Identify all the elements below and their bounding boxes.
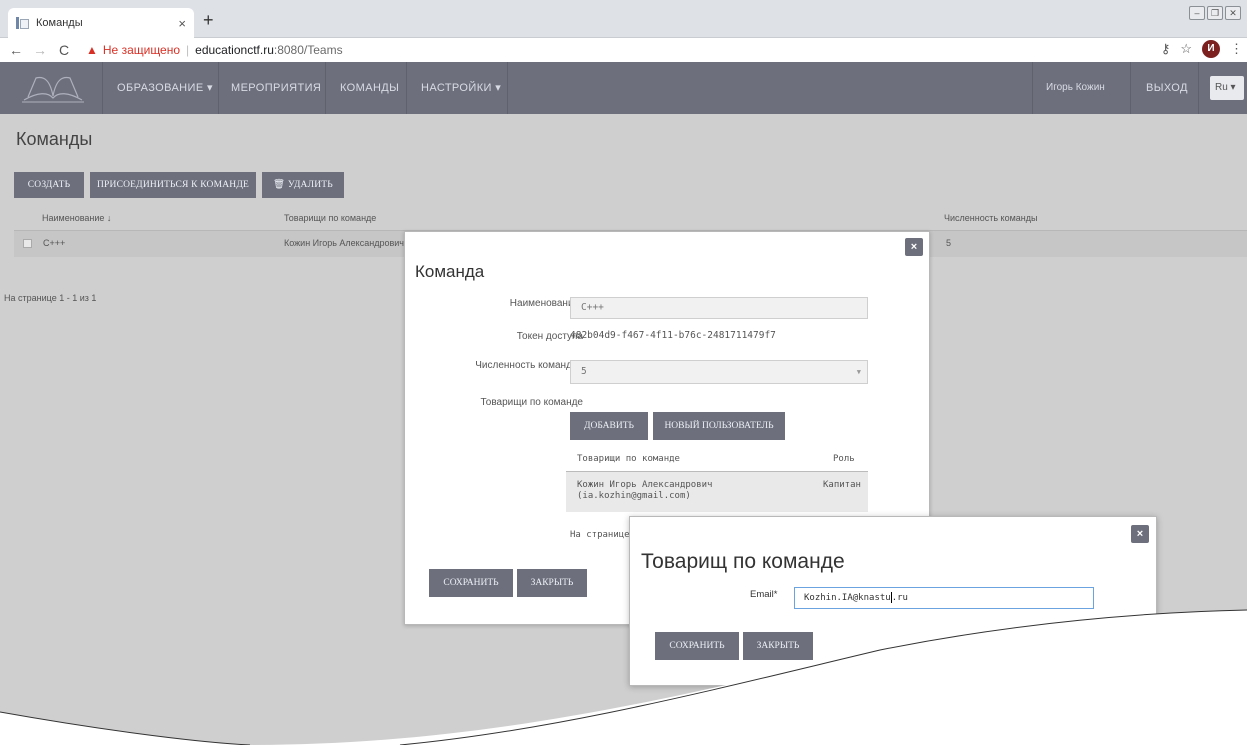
member-dialog-title: Товарищ по команде: [641, 550, 845, 573]
team-member-dialog: × Товарищ по команде Email* Kozhin.IA@kn…: [629, 516, 1157, 686]
site-favicon-icon: [16, 16, 29, 30]
logout-link[interactable]: ВЫХОД: [1146, 62, 1188, 114]
nav-separator: [325, 62, 326, 114]
reload-icon[interactable]: C: [52, 42, 76, 58]
nav-separator: [406, 62, 407, 114]
member-role: Капитан: [823, 480, 861, 490]
members-table-header-name: Товарищи по команде: [577, 454, 680, 464]
team-name-input[interactable]: С+++: [570, 297, 868, 319]
browser-tab[interactable]: Команды ×: [8, 8, 194, 38]
access-token-label: Токен доступа: [516, 331, 583, 342]
url-path[interactable]: :8080/Teams: [274, 43, 343, 57]
member-save-button[interactable]: СОХРАНИТЬ: [655, 632, 739, 660]
address-bar-actions: ⚷ ☆ И ⋮: [1161, 40, 1243, 58]
app-navbar: ОБРАЗОВАНИЕ ▾ МЕРОПРИЯТИЯ КОМАНДЫ НАСТРО…: [0, 62, 1247, 114]
key-icon[interactable]: ⚷: [1161, 41, 1171, 57]
team-dialog-close-icon[interactable]: ×: [905, 238, 923, 256]
member-name: Кожин Игорь Александрович: [577, 480, 713, 490]
restore-icon[interactable]: ❐: [1207, 6, 1223, 20]
new-tab-icon[interactable]: +: [203, 11, 214, 29]
window-close-icon[interactable]: ✕: [1225, 6, 1241, 20]
window-controls: – ❐ ✕: [1189, 6, 1241, 20]
grid-pager: На странице 1 - 1 из 1: [4, 293, 97, 303]
join-team-button[interactable]: ПРИСОЕДИНИТЬСЯ К КОМАНДЕ: [90, 172, 256, 198]
team-close-button[interactable]: ЗАКРЫТЬ: [517, 569, 587, 597]
team-size-select[interactable]: 5 ▼: [570, 360, 868, 384]
team-name-label: Наименование*: [509, 298, 583, 309]
team-size-label: Численность команды*: [475, 360, 583, 371]
row-checkbox[interactable]: [23, 239, 32, 248]
add-member-button[interactable]: ДОБАВИТЬ: [570, 412, 648, 440]
email-text-before-caret: Kozhin.IA@knastu: [804, 593, 891, 603]
browser-menu-icon[interactable]: ⋮: [1230, 41, 1243, 57]
team-save-button[interactable]: СОХРАНИТЬ: [429, 569, 513, 597]
minimize-icon[interactable]: –: [1189, 6, 1205, 20]
member-email: (ia.kozhin@gmail.com): [577, 491, 691, 501]
browser-tab-bar: Команды × + – ❐ ✕: [0, 0, 1247, 38]
team-size-value: 5: [581, 366, 587, 377]
screen: Команды × + – ❐ ✕ ← → C ▲ Не защищено | …: [0, 0, 1247, 745]
url-separator: |: [186, 43, 190, 57]
nav-separator: [1198, 62, 1199, 114]
team-dialog-title: Команда: [415, 262, 485, 281]
member-close-button[interactable]: ЗАКРЫТЬ: [743, 632, 813, 660]
row-team-members: Кожин Игорь Александрович: [284, 238, 404, 248]
nav-item-settings[interactable]: НАСТРОЙКИ ▾: [421, 62, 501, 114]
nav-item-events[interactable]: МЕРОПРИЯТИЯ: [231, 62, 321, 114]
book-logo-icon[interactable]: [20, 70, 86, 106]
member-dialog-close-icon[interactable]: ×: [1131, 525, 1149, 543]
column-header-team-size[interactable]: Численность команды: [944, 213, 1037, 223]
insecure-label[interactable]: Не защищено: [103, 43, 180, 57]
email-text-after-caret: .ru: [891, 593, 908, 603]
nav-separator: [102, 62, 103, 114]
back-icon[interactable]: ←: [4, 42, 28, 58]
row-team-name: С+++: [43, 238, 66, 248]
language-select[interactable]: Ru ▾: [1210, 76, 1244, 100]
nav-separator: [507, 62, 508, 114]
access-token-value: 482b04d9-f467-4f11-b76c-2481711479f7: [570, 330, 776, 341]
forward-icon[interactable]: →: [28, 42, 52, 58]
nav-separator: [1032, 62, 1033, 114]
tab-title: Команды: [36, 17, 83, 29]
create-button[interactable]: СОЗДАТЬ: [14, 172, 84, 198]
tab-close-icon[interactable]: ×: [178, 16, 186, 31]
nav-user-name[interactable]: Игорь Кожин: [1046, 62, 1105, 114]
page-title: Команды: [16, 129, 93, 149]
email-field[interactable]: Kozhin.IA@knastu.ru: [794, 587, 1094, 609]
delete-button[interactable]: 🗑 УДАЛИТЬ: [262, 172, 344, 198]
chevron-down-icon: ▼: [856, 368, 861, 376]
column-header-name[interactable]: Наименование ↓: [42, 213, 111, 223]
column-header-members[interactable]: Товарищи по команде: [284, 213, 376, 223]
warning-icon[interactable]: ▲: [86, 43, 98, 57]
new-user-button[interactable]: НОВЫЙ ПОЛЬЗОВАТЕЛЬ: [653, 412, 785, 440]
address-bar: ← → C ▲ Не защищено | educationctf.ru :8…: [0, 38, 1247, 62]
bookmark-star-icon[interactable]: ☆: [1180, 41, 1192, 57]
members-label: Товарищи по команде: [480, 397, 583, 408]
email-label: Email*: [750, 589, 778, 600]
row-team-size: 5: [946, 238, 952, 248]
nav-separator: [1130, 62, 1131, 114]
profile-avatar[interactable]: И: [1202, 40, 1220, 58]
nav-item-teams[interactable]: КОМАНДЫ: [340, 62, 399, 114]
members-table-header-role: Роль: [833, 454, 855, 464]
members-pager: На странице: [570, 530, 630, 540]
nav-separator: [218, 62, 219, 114]
url-host[interactable]: educationctf.ru: [195, 43, 274, 57]
nav-item-education[interactable]: ОБРАЗОВАНИЕ ▾: [117, 62, 213, 114]
